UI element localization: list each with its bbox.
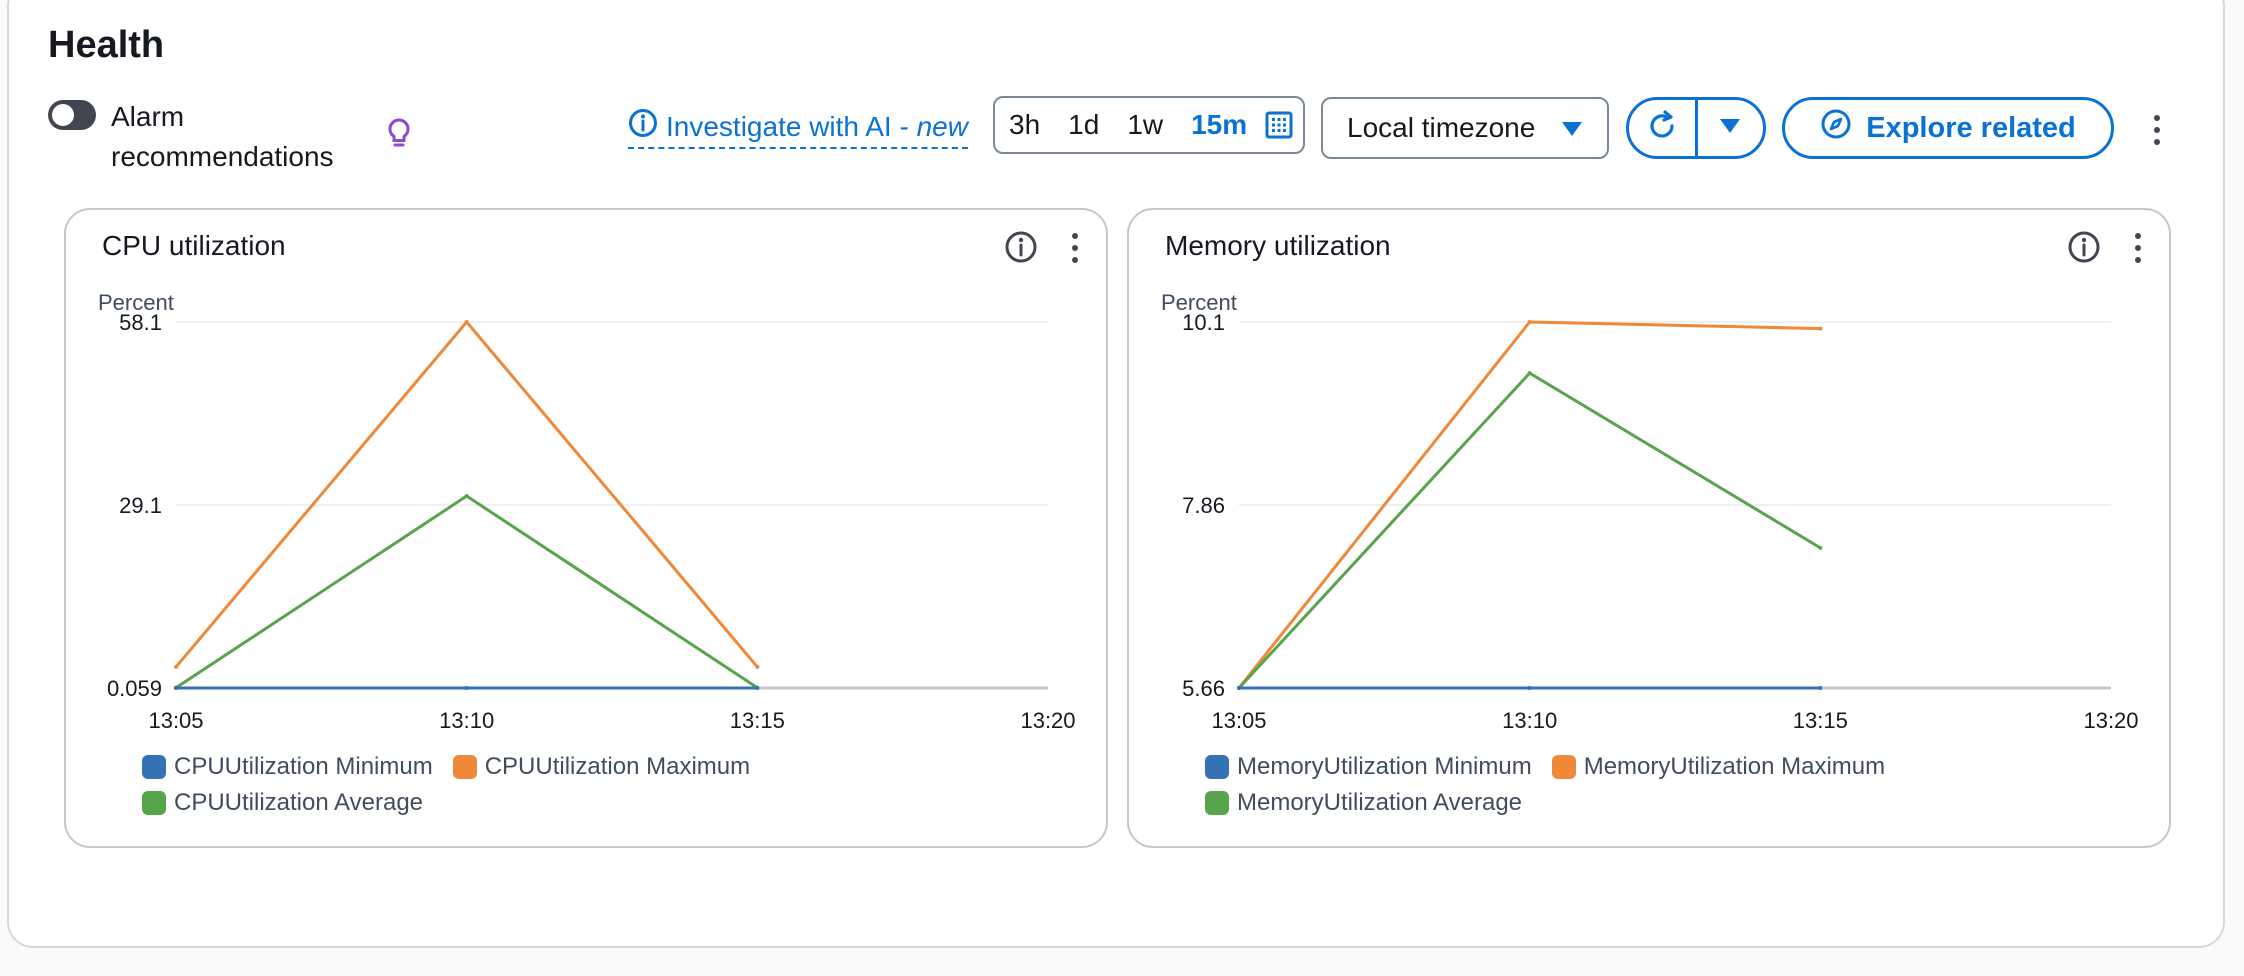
alarm-recommendations-toggle[interactable] <box>48 100 96 130</box>
caret-down-icon <box>1719 118 1741 139</box>
x-tick-label: 13:10 <box>1502 708 1557 733</box>
refresh-button[interactable] <box>1629 100 1695 156</box>
cpu-utilization-widget: CPU utilization Percent 58.1 29.1 0.059 13:0… <box>64 208 1108 848</box>
data-point-maximum <box>755 664 760 669</box>
x-tick-label: 13:05 <box>148 708 203 733</box>
y-tick-label: 7.86 <box>1182 493 1225 518</box>
refresh-options-button[interactable] <box>1694 100 1764 156</box>
panel-title: Health <box>48 24 165 66</box>
compass-icon <box>1820 108 1852 148</box>
investigate-with-ai-link[interactable]: Investigate with AI - new <box>628 108 968 149</box>
data-point-average <box>1527 371 1532 376</box>
explore-related-label: Explore related <box>1866 111 2076 144</box>
legend-label: CPUUtilization Minimum <box>174 753 433 780</box>
data-point-average <box>1818 545 1823 550</box>
data-point-maximum <box>1527 320 1532 324</box>
legend-swatch <box>142 755 166 779</box>
legend-swatch <box>142 791 166 815</box>
y-tick-label: 58.1 <box>119 310 162 335</box>
legend-swatch <box>1205 755 1229 779</box>
x-tick-label: 13:20 <box>2083 708 2138 733</box>
legend-label: MemoryUtilization Minimum <box>1237 753 1532 780</box>
legend-label: MemoryUtilization Maximum <box>1583 753 1886 780</box>
y-tick-label: 29.1 <box>119 493 162 518</box>
data-point-minimum <box>174 686 178 690</box>
more-actions-icon[interactable] <box>2154 115 2160 145</box>
legend-label: CPUUtilization Maximum <box>484 753 751 780</box>
alarm-recommendations-label: Alarm recommendations <box>111 101 334 172</box>
x-tick-label: 13:20 <box>1020 708 1075 733</box>
data-point-minimum <box>1527 686 1532 690</box>
data-point-maximum <box>1818 326 1823 331</box>
cpu-utilization-chart: Percent58.129.10.05913:05 13:10 13:15 13:20 <box>98 290 1076 733</box>
data-point-minimum <box>464 686 469 690</box>
lightbulb-icon[interactable] <box>386 117 412 156</box>
chart-legend: MemoryUtilization Minimum MemoryUtilizat… <box>1205 753 1965 816</box>
x-tick-label: 13:10 <box>439 708 494 733</box>
toggle-knob <box>52 104 74 126</box>
new-tag: new <box>916 110 968 142</box>
data-point-minimum <box>1818 686 1823 690</box>
legend-swatch <box>452 755 477 779</box>
explore-related-button[interactable]: Explore related <box>1782 97 2114 159</box>
time-range-selector: 3h 1d 1w 15m <box>993 96 1305 154</box>
legend-label: MemoryUtilization Average <box>1237 789 1523 816</box>
legend-item-minimum[interactable]: CPUUtilization Minimum <box>142 753 433 780</box>
range-option-1d[interactable]: 1d <box>1054 109 1113 141</box>
y-tick-label: 10.1 <box>1182 310 1225 335</box>
info-icon <box>628 108 658 145</box>
timezone-select[interactable]: Local timezone <box>1321 97 1609 159</box>
legend-item-average[interactable]: MemoryUtilization Average <box>1205 789 1523 816</box>
legend-swatch <box>1551 755 1576 779</box>
data-point-maximum <box>464 320 469 324</box>
data-point-average <box>464 494 469 499</box>
investigate-label: Investigate with AI - <box>666 110 917 142</box>
series-line-average <box>1237 371 1822 690</box>
legend-item-minimum[interactable]: MemoryUtilization Minimum <box>1205 753 1532 780</box>
legend-item-maximum[interactable]: CPUUtilization Maximum <box>452 753 751 780</box>
range-option-1w[interactable]: 1w <box>1113 109 1177 141</box>
series-line-average <box>175 494 759 689</box>
range-option-15m[interactable]: 15m <box>1177 109 1261 141</box>
timezone-value: Local timezone <box>1347 112 1536 143</box>
legend-swatch <box>1205 791 1229 815</box>
chart-legend: CPUUtilization Minimum CPUUtilization Ma… <box>142 753 902 816</box>
legend-item-maximum[interactable]: MemoryUtilization Maximum <box>1551 753 1886 780</box>
calendar-icon[interactable] <box>1265 111 1293 139</box>
y-tick-label: 5.66 <box>1182 676 1225 701</box>
x-tick-label: 13:15 <box>1793 708 1848 733</box>
legend-label: CPUUtilization Average <box>174 789 424 816</box>
data-point-maximum <box>174 664 178 669</box>
y-tick-label: 0.059 <box>107 676 162 701</box>
x-tick-label: 13:15 <box>730 708 785 733</box>
refresh-split-button <box>1626 97 1766 159</box>
x-tick-label: 13:05 <box>1211 708 1266 733</box>
data-point-minimum <box>1237 686 1241 690</box>
memory-utilization-widget: Memory utilization Percent 10.1 7.86 5.66 13… <box>1127 208 2171 848</box>
memory-utilization-chart: Percent10.17.865.6613:05 13:10 13:15 13:20 <box>1161 290 2139 733</box>
range-option-3h[interactable]: 3h <box>995 109 1054 141</box>
legend-item-average[interactable]: CPUUtilization Average <box>142 789 424 816</box>
caret-down-icon <box>1561 112 1583 144</box>
data-point-minimum <box>755 686 760 690</box>
refresh-icon <box>1645 109 1679 148</box>
